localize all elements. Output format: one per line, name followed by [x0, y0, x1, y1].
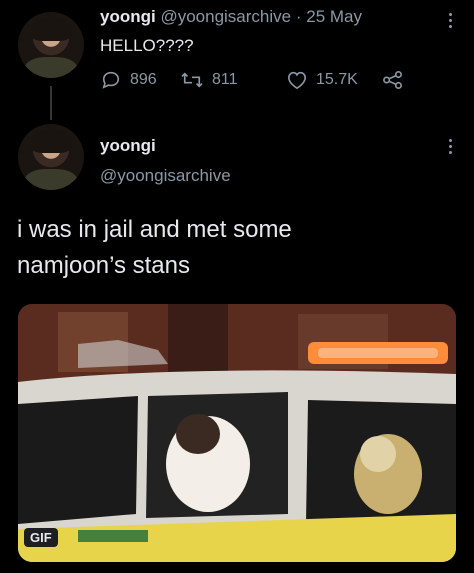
handle[interactable]: @yoongisarchive — [100, 166, 231, 186]
like-button[interactable]: 15.7K — [286, 70, 358, 90]
reply-count: 896 — [130, 71, 157, 88]
retweet-count: 811 — [212, 71, 238, 88]
reply-icon — [102, 71, 120, 89]
gif-badge: GIF — [24, 528, 58, 547]
share-icon — [383, 71, 402, 89]
tweet-header: yoongi @yoongisarchive · 25 May — [100, 7, 362, 27]
reply-button[interactable]: 896 — [100, 70, 157, 90]
retweet-button[interactable]: 811 — [180, 70, 238, 90]
retweet-icon — [181, 72, 203, 88]
avatar[interactable] — [18, 124, 84, 190]
tweet-text-line: i was in jail and met some — [17, 216, 292, 243]
like-count: 15.7K — [316, 71, 358, 88]
handle[interactable]: @yoongisarchive — [160, 7, 291, 26]
thread-connector — [50, 86, 52, 120]
more-icon[interactable] — [449, 10, 452, 31]
like-icon — [287, 71, 307, 90]
share-button[interactable] — [382, 70, 404, 90]
tweet-text-line: namjoon’s stans — [17, 252, 190, 279]
gif-media[interactable] — [18, 304, 456, 562]
more-icon[interactable] — [449, 136, 452, 157]
tweet-date[interactable]: 25 May — [306, 7, 362, 26]
tweet-text: i was in jail and met some namjoon’s sta… — [17, 212, 457, 284]
display-name[interactable]: yoongi — [100, 136, 156, 156]
avatar[interactable] — [18, 12, 84, 78]
tweet-text: HELLO???? — [100, 36, 194, 55]
tweet-actions: 896 811 15.7K — [100, 70, 420, 94]
display-name[interactable]: yoongi — [100, 7, 156, 26]
gif-frame-illustration — [18, 304, 456, 562]
separator: · — [295, 7, 302, 26]
